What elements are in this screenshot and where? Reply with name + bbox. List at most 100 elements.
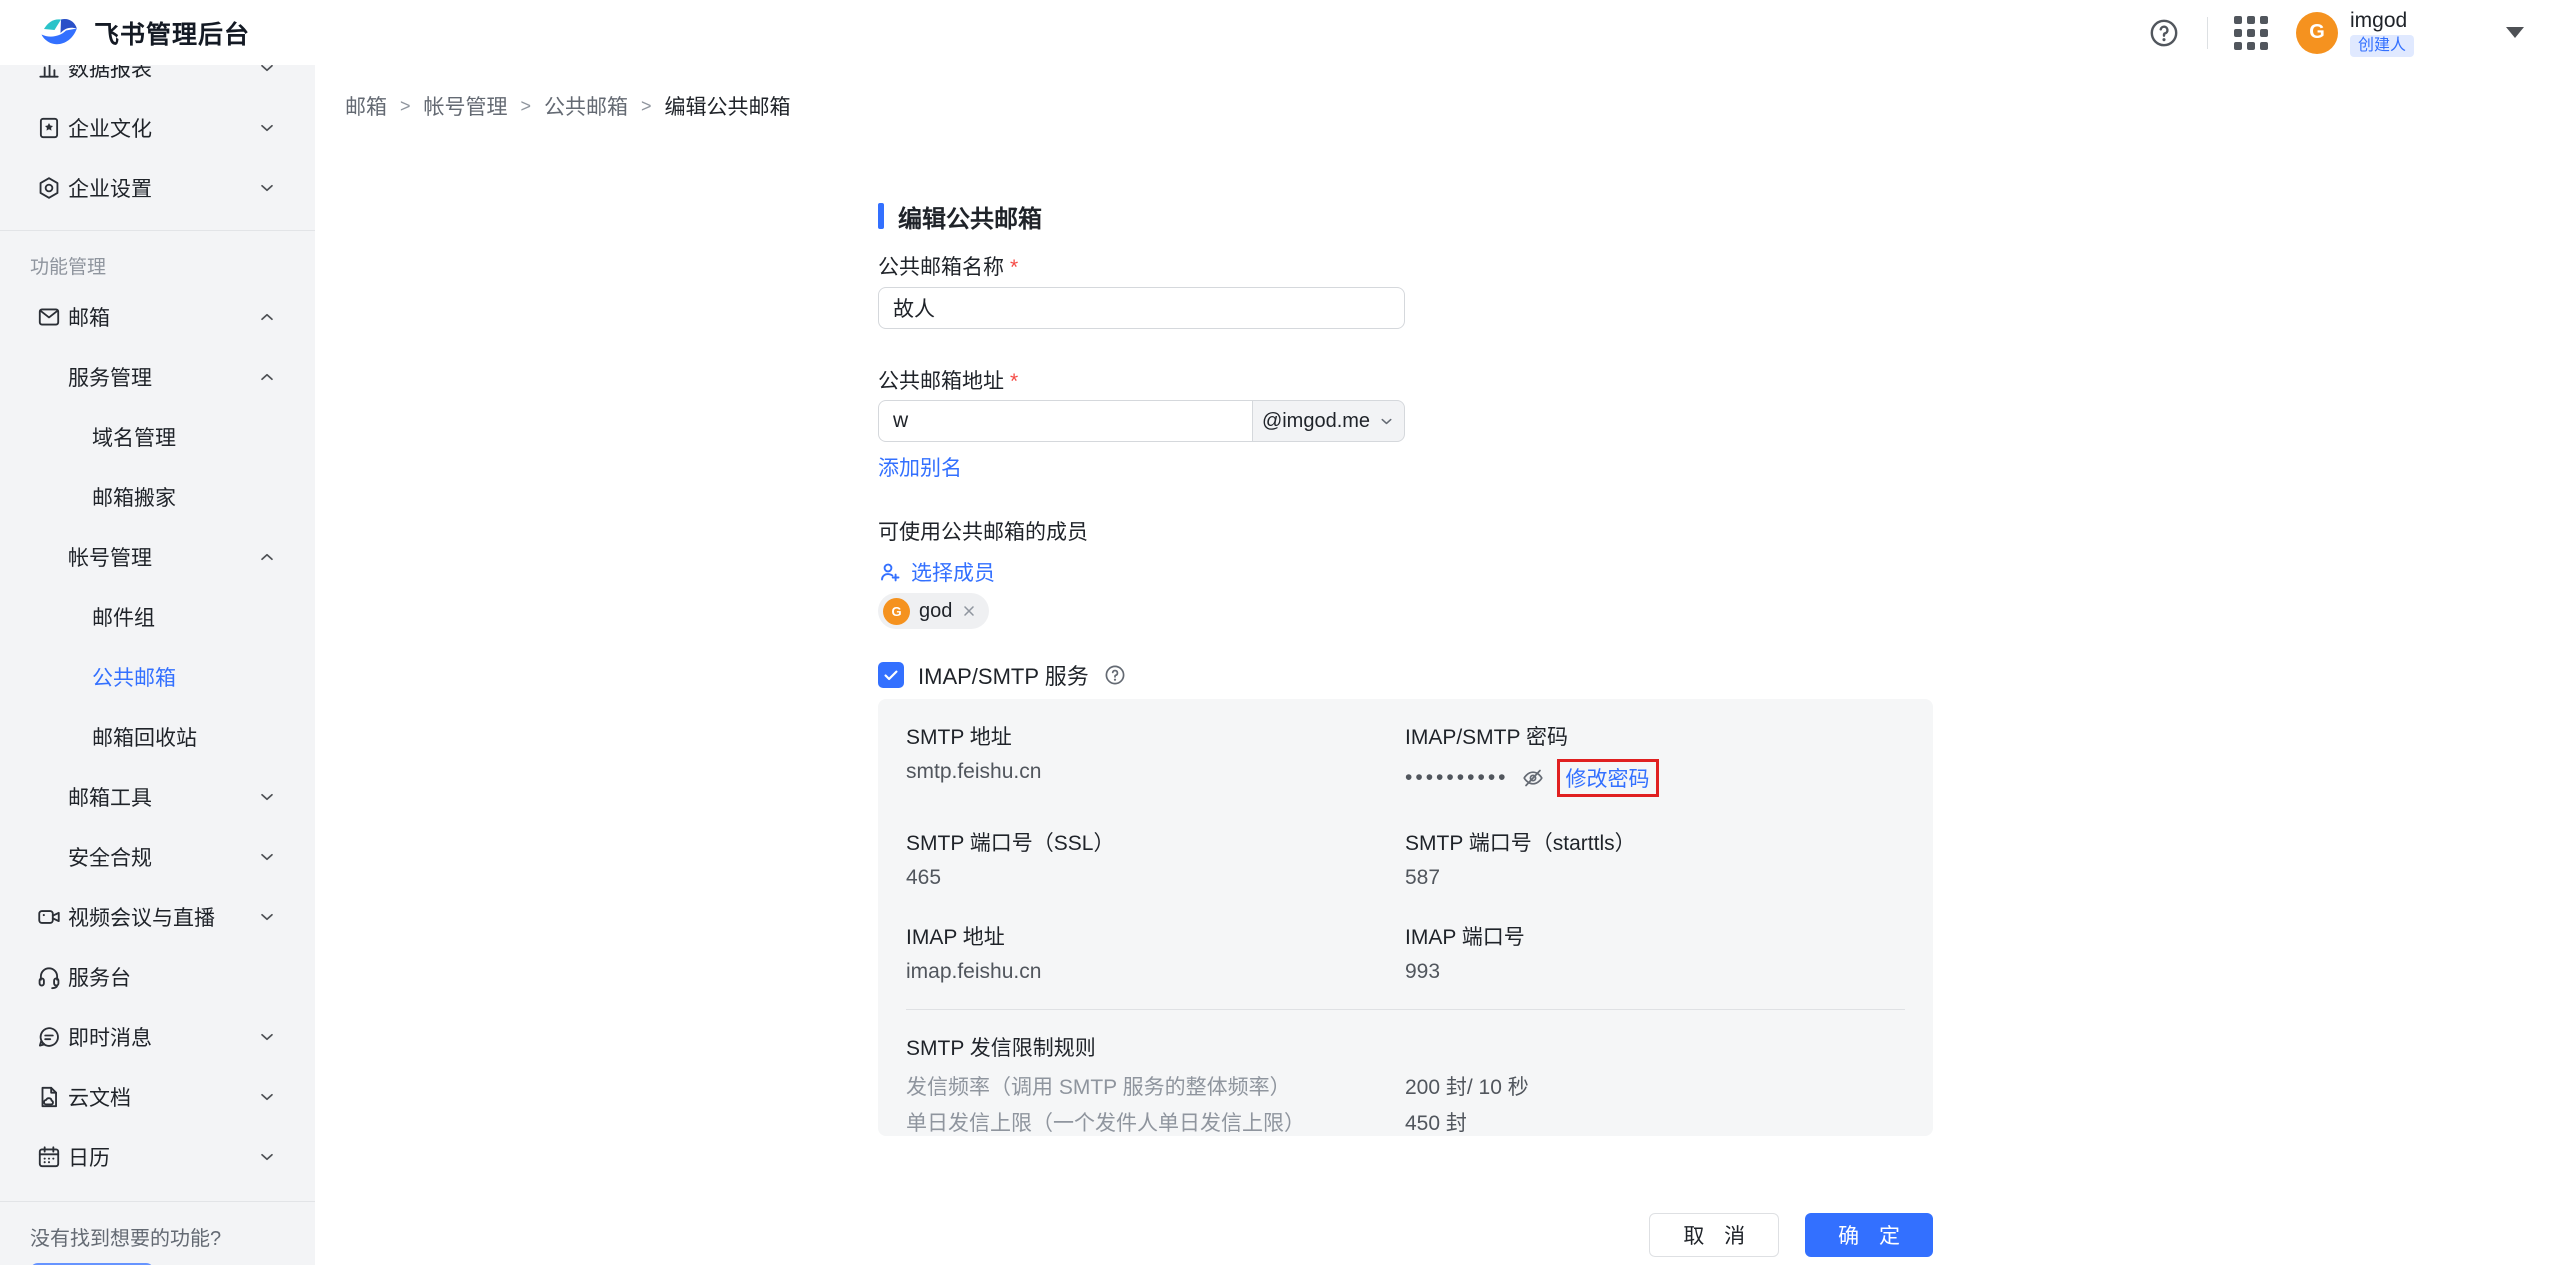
sidebar-item-label: 域名管理 bbox=[0, 422, 176, 452]
field-label: SMTP 地址 bbox=[906, 725, 1405, 751]
feishu-logo: 飞书管理后台 bbox=[38, 12, 250, 54]
sidebar-item-helpdesk[interactable]: 服务台 bbox=[0, 947, 315, 1007]
highlight-box: 修改密码 bbox=[1557, 759, 1659, 797]
field-value: 993 bbox=[1405, 959, 1905, 985]
sidebar-item-service-management[interactable]: 服务管理 bbox=[0, 347, 315, 407]
sidebar-item-security-compliance[interactable]: 安全合规 bbox=[0, 827, 315, 887]
chat-bubble-icon bbox=[36, 1024, 62, 1050]
apps-grid-icon[interactable] bbox=[2234, 16, 2268, 50]
sidebar-item-label: 数据报表 bbox=[0, 65, 152, 83]
field-label: SMTP 端口号（SSL） bbox=[906, 831, 1405, 857]
cloud-doc-icon bbox=[36, 1084, 62, 1110]
culture-badge-icon bbox=[36, 115, 62, 141]
confirm-button[interactable]: 确 定 bbox=[1805, 1213, 1933, 1257]
user-info[interactable]: imgod 创建人 bbox=[2350, 9, 2414, 57]
chevron-down-icon bbox=[257, 65, 277, 78]
member-tag: G god bbox=[878, 593, 989, 629]
breadcrumb-item-2[interactable]: 公共邮箱 bbox=[544, 91, 628, 121]
mailbox-address-label: 公共邮箱地址* bbox=[878, 369, 1978, 395]
form-actions: 取 消 确 定 bbox=[878, 1213, 1933, 1257]
chevron-down-icon bbox=[257, 118, 277, 138]
sidebar-item-mailbox-tools[interactable]: 邮箱工具 bbox=[0, 767, 315, 827]
sidebar-item-corporate-culture[interactable]: 企业文化 bbox=[0, 98, 315, 158]
sidebar-item-mailbox-migration[interactable]: 邮箱搬家 bbox=[0, 467, 315, 527]
chevron-down-icon bbox=[1378, 413, 1395, 430]
cancel-button[interactable]: 取 消 bbox=[1649, 1213, 1779, 1257]
sidebar-nav: 数据报表企业文化企业设置功能管理邮箱服务管理域名管理邮箱搬家帐号管理邮件组公共邮… bbox=[0, 65, 315, 1187]
field-value: 465 bbox=[906, 865, 1405, 891]
add-alias-link[interactable]: 添加别名 bbox=[878, 455, 962, 483]
help-circle-icon[interactable] bbox=[1103, 663, 1127, 687]
chevron-down-icon bbox=[257, 1087, 277, 1107]
breadcrumb-separator: > bbox=[521, 96, 532, 117]
eye-off-icon[interactable] bbox=[1521, 766, 1545, 790]
sidebar-item-mailbox-recycle-bin[interactable]: 邮箱回收站 bbox=[0, 707, 315, 767]
sidebar-item-video-meeting-live[interactable]: 视频会议与直播 bbox=[0, 887, 315, 947]
select-members-link[interactable]: 选择成员 bbox=[878, 557, 995, 587]
title-accent-bar bbox=[878, 203, 884, 229]
sidebar-item-account-management[interactable]: 帐号管理 bbox=[0, 527, 315, 587]
chevron-up-icon bbox=[257, 547, 277, 567]
sidebar-item-cloud-docs[interactable]: 云文档 bbox=[0, 1067, 315, 1127]
sidebar-footer-divider bbox=[0, 1201, 315, 1202]
sidebar-item-enterprise-settings[interactable]: 企业设置 bbox=[0, 158, 315, 218]
sidebar-item-mailbox[interactable]: 邮箱 bbox=[0, 287, 315, 347]
mailbox-address-row: @imgod.me bbox=[878, 400, 1405, 442]
panel-grid: SMTP 地址smtp.feishu.cnIMAP/SMTP 密码•••••••… bbox=[906, 725, 1905, 985]
field-label: SMTP 端口号（starttls） bbox=[1405, 831, 1905, 857]
mailbox-name-input[interactable] bbox=[878, 287, 1405, 329]
limit-label-0: 发信频率（调用 SMTP 服务的整体频率） bbox=[906, 1074, 1405, 1102]
masked-password: •••••••••• bbox=[1405, 766, 1509, 790]
headset-icon bbox=[36, 964, 62, 990]
required-mark: * bbox=[1010, 370, 1018, 393]
field-value: smtp.feishu.cn bbox=[906, 759, 1405, 785]
limit-value-0: 200 封/ 10 秒 bbox=[1405, 1074, 1905, 1102]
panel-field-imap-address: IMAP 地址imap.feishu.cn bbox=[906, 925, 1405, 985]
sidebar-item-label: 邮箱工具 bbox=[0, 782, 152, 812]
sidebar-footer-question: 没有找到想要的功能? bbox=[30, 1222, 315, 1251]
panel-field-imap-port: IMAP 端口号993 bbox=[1405, 925, 1905, 985]
video-camera-icon bbox=[36, 904, 62, 930]
member-name: god bbox=[919, 600, 952, 623]
sidebar-item-label: 视频会议与直播 bbox=[0, 902, 215, 932]
sidebar-item-public-mailbox[interactable]: 公共邮箱 bbox=[0, 647, 315, 707]
sidebar-item-domain-management[interactable]: 域名管理 bbox=[0, 407, 315, 467]
mailbox-address-input[interactable] bbox=[878, 400, 1252, 442]
chevron-down-icon bbox=[257, 787, 277, 807]
domain-selected-value: @imgod.me bbox=[1262, 410, 1370, 433]
user-menu-caret-icon[interactable] bbox=[2506, 27, 2524, 38]
breadcrumb-item-3: 编辑公共邮箱 bbox=[665, 91, 791, 121]
user-avatar[interactable]: G bbox=[2296, 12, 2338, 54]
sidebar-item-data-report[interactable]: 数据报表 bbox=[0, 65, 315, 98]
limit-value-1: 450 封 bbox=[1405, 1110, 1905, 1138]
sidebar-item-instant-messaging[interactable]: 即时消息 bbox=[0, 1007, 315, 1067]
sidebar-item-label: 服务管理 bbox=[0, 362, 152, 392]
chevron-down-icon bbox=[257, 178, 277, 198]
sidebar-section-label: 功能管理 bbox=[0, 243, 315, 287]
main-area: 邮箱>帐号管理>公共邮箱>编辑公共邮箱 编辑公共邮箱 公共邮箱名称* 公共邮箱地… bbox=[315, 65, 2560, 1265]
help-icon[interactable] bbox=[2147, 16, 2181, 50]
mailbox-name-label: 公共邮箱名称* bbox=[878, 255, 1978, 281]
chevron-down-icon bbox=[257, 907, 277, 927]
chevron-down-icon bbox=[257, 847, 277, 867]
domain-select[interactable]: @imgod.me bbox=[1252, 400, 1405, 442]
change-password-link[interactable]: 修改密码 bbox=[1566, 763, 1650, 793]
chevron-down-icon bbox=[257, 1027, 277, 1047]
sidebar-item-label: 服务台 bbox=[0, 962, 131, 992]
calendar-icon bbox=[36, 1144, 62, 1170]
sidebar-item-label: 邮箱回收站 bbox=[0, 722, 197, 752]
sidebar-item-calendar[interactable]: 日历 bbox=[0, 1127, 315, 1187]
user-role-badge: 创建人 bbox=[2350, 35, 2414, 57]
panel-field-smtp-address: SMTP 地址 smtp.feishu.cn bbox=[906, 725, 1405, 797]
sidebar-item-label: 企业设置 bbox=[0, 173, 152, 203]
sidebar-item-label: 云文档 bbox=[0, 1082, 131, 1112]
chevron-up-icon bbox=[257, 307, 277, 327]
imap-smtp-checkbox[interactable] bbox=[878, 662, 904, 688]
remove-member-icon[interactable] bbox=[961, 603, 977, 619]
feishu-logo-icon bbox=[38, 12, 80, 54]
imap-smtp-settings-panel: SMTP 地址smtp.feishu.cnIMAP/SMTP 密码•••••••… bbox=[878, 699, 1933, 1136]
breadcrumb-item-0[interactable]: 邮箱 bbox=[345, 91, 387, 121]
sidebar-item-mail-group[interactable]: 邮件组 bbox=[0, 587, 315, 647]
breadcrumb-separator: > bbox=[641, 96, 652, 117]
breadcrumb-item-1[interactable]: 帐号管理 bbox=[424, 91, 508, 121]
